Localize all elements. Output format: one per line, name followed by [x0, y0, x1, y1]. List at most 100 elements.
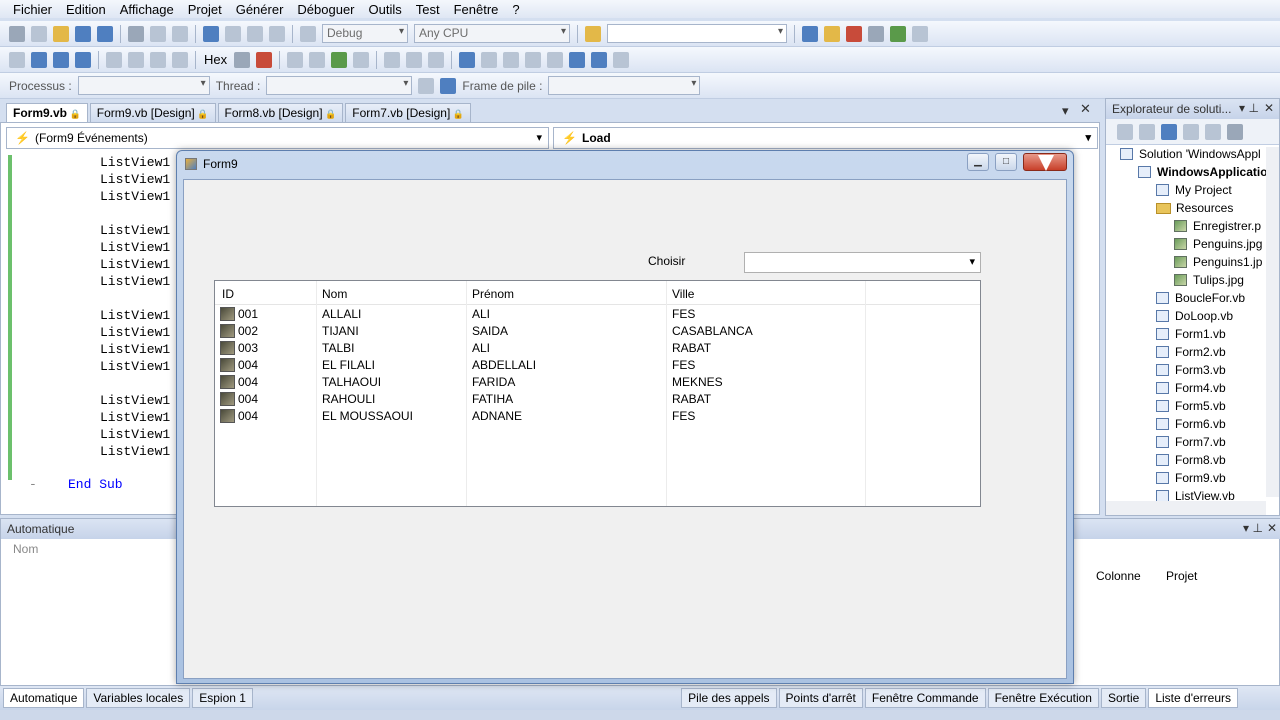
- bottom-tab[interactable]: Pile des appels: [681, 688, 777, 708]
- table-row[interactable]: 004 RAHOULI FATIHA RABAT: [215, 391, 980, 408]
- tree-item[interactable]: BoucleFor.vb: [1156, 291, 1245, 305]
- bookmark-clear-icon[interactable]: [591, 51, 608, 68]
- bottom-tab[interactable]: Espion 1: [192, 688, 253, 708]
- copy-icon[interactable]: [150, 25, 166, 42]
- tree-item[interactable]: Resources: [1156, 201, 1233, 215]
- tree-item[interactable]: DoLoop.vb: [1156, 309, 1233, 323]
- maximize-button[interactable]: □: [995, 153, 1017, 171]
- minimize-button[interactable]: ▁: [967, 153, 989, 171]
- tree-item[interactable]: Tulips.jpg: [1174, 273, 1244, 287]
- table-row[interactable]: 004 EL FILALI ABDELLALI FES: [215, 357, 980, 374]
- menu-item[interactable]: Fichier: [6, 2, 59, 17]
- show-next-statement-icon[interactable]: [106, 51, 122, 68]
- bookmark-prev-folder-icon[interactable]: [525, 51, 542, 68]
- frame-select[interactable]: [548, 76, 701, 95]
- tree-item[interactable]: Form4.vb: [1156, 381, 1226, 395]
- dropdown-icon[interactable]: ▾: [1243, 521, 1249, 535]
- menu-item[interactable]: Déboguer: [290, 2, 361, 17]
- tree-item[interactable]: Solution 'WindowsAppl: [1120, 147, 1261, 161]
- debug-settings-icon[interactable]: [234, 51, 251, 68]
- outdent-icon[interactable]: [406, 51, 423, 68]
- search-combo[interactable]: [607, 24, 787, 43]
- bottom-tab[interactable]: Sortie: [1100, 688, 1147, 708]
- bottom-tab[interactable]: Fenêtre Exécution: [987, 688, 1099, 708]
- step-out-icon[interactable]: [172, 51, 188, 68]
- find-icon[interactable]: [802, 25, 818, 42]
- col-colonne[interactable]: Colonne: [1096, 569, 1141, 583]
- tree-item[interactable]: Form5.vb: [1156, 399, 1226, 413]
- menu-item[interactable]: ?: [505, 2, 526, 17]
- save-all-icon[interactable]: [97, 25, 113, 42]
- tree-item[interactable]: My Project: [1156, 183, 1232, 197]
- refresh-icon[interactable]: [1161, 123, 1177, 140]
- col-projet[interactable]: Projet: [1166, 569, 1197, 583]
- bookmark-next-folder-icon[interactable]: [547, 51, 564, 68]
- menu-item[interactable]: Edition: [59, 2, 113, 17]
- find-in-files-icon[interactable]: [585, 25, 601, 42]
- continue-icon[interactable]: [9, 51, 25, 68]
- menu-item[interactable]: Générer: [229, 2, 291, 17]
- tab-list-icon[interactable]: ▾: [1062, 103, 1069, 119]
- tree-item[interactable]: Form8.vb: [1156, 453, 1226, 467]
- show-all-files-icon[interactable]: [1139, 123, 1155, 140]
- tree-item[interactable]: Form3.vb: [1156, 363, 1226, 377]
- tree-item[interactable]: Form9.vb: [1156, 471, 1226, 485]
- navigate-icon[interactable]: [247, 25, 263, 42]
- column-header[interactable]: Ville: [672, 287, 694, 301]
- start-page-icon[interactable]: [890, 25, 906, 42]
- doc-tab[interactable]: Form9.vb 🔒: [6, 103, 88, 122]
- dropdown-icon[interactable]: ▾: [1239, 101, 1245, 115]
- redo-icon[interactable]: [225, 25, 241, 42]
- restart-icon[interactable]: [75, 51, 91, 68]
- properties-icon[interactable]: [1117, 123, 1133, 140]
- start-icon[interactable]: [300, 25, 316, 42]
- column-header[interactable]: Nom: [322, 287, 347, 301]
- toolbox-icon[interactable]: [868, 25, 884, 42]
- tree-item[interactable]: Form1.vb: [1156, 327, 1226, 341]
- tree-item[interactable]: Form7.vb: [1156, 435, 1226, 449]
- table-row[interactable]: 001 ALLALI ALI FES: [215, 306, 980, 323]
- close-document-icon[interactable]: ✕: [1080, 101, 1091, 117]
- platform-select[interactable]: Any CPU: [414, 24, 570, 43]
- navigate-forward-icon[interactable]: [269, 25, 285, 42]
- cut-icon[interactable]: [128, 25, 144, 42]
- table-row[interactable]: 002 TIJANI SAIDA CASABLANCA: [215, 323, 980, 340]
- properties-icon[interactable]: [824, 25, 840, 42]
- config-select[interactable]: Debug: [322, 24, 408, 43]
- pin-icon[interactable]: ⊥: [1249, 101, 1259, 115]
- view-code-icon[interactable]: [1183, 123, 1199, 140]
- step-over-icon[interactable]: [150, 51, 166, 68]
- menu-item[interactable]: Affichage: [113, 2, 181, 17]
- undo-icon[interactable]: [203, 25, 219, 42]
- process-select[interactable]: [77, 76, 210, 95]
- step-into-icon[interactable]: [128, 51, 144, 68]
- hex-toggle[interactable]: Hex: [204, 52, 227, 67]
- pause-icon[interactable]: [31, 51, 47, 68]
- stop-icon[interactable]: [53, 51, 69, 68]
- menu-item[interactable]: Outils: [362, 2, 409, 17]
- filter-icon[interactable]: [418, 77, 435, 94]
- bookmark-prev-icon[interactable]: [481, 51, 498, 68]
- zoom-icon[interactable]: [613, 51, 630, 68]
- table-row[interactable]: 003 TALBI ALI RABAT: [215, 340, 980, 357]
- bottom-tab[interactable]: Fenêtre Commande: [864, 688, 986, 708]
- tree-hscrollbar[interactable]: [1106, 501, 1266, 515]
- column-header[interactable]: Prénom: [472, 287, 514, 301]
- table-row[interactable]: 004 EL MOUSSAOUI ADNANE FES: [215, 408, 980, 425]
- uncomment-icon[interactable]: [309, 51, 326, 68]
- breakpoints-icon[interactable]: [256, 51, 273, 68]
- bottom-tab[interactable]: Liste d'erreurs: [1148, 688, 1238, 708]
- table-row[interactable]: 004 TALHAOUI FARIDA MEKNES: [215, 374, 980, 391]
- indent-icon[interactable]: [384, 51, 401, 68]
- bookmark-window-icon[interactable]: [569, 51, 586, 68]
- method-select[interactable]: ⚡ Load: [553, 127, 1098, 149]
- menu-item[interactable]: Fenêtre: [447, 2, 506, 17]
- tree-item[interactable]: Penguins.jpg: [1174, 237, 1262, 251]
- close-icon[interactable]: ✕: [1267, 521, 1277, 535]
- add-item-icon[interactable]: [31, 25, 47, 42]
- view-designer-icon[interactable]: [1205, 123, 1221, 140]
- bottom-tab[interactable]: Variables locales: [86, 688, 191, 708]
- close-icon[interactable]: ✕: [1264, 101, 1274, 115]
- tree-item[interactable]: Form2.vb: [1156, 345, 1226, 359]
- doc-tab[interactable]: Form7.vb [Design] 🔒: [345, 103, 472, 122]
